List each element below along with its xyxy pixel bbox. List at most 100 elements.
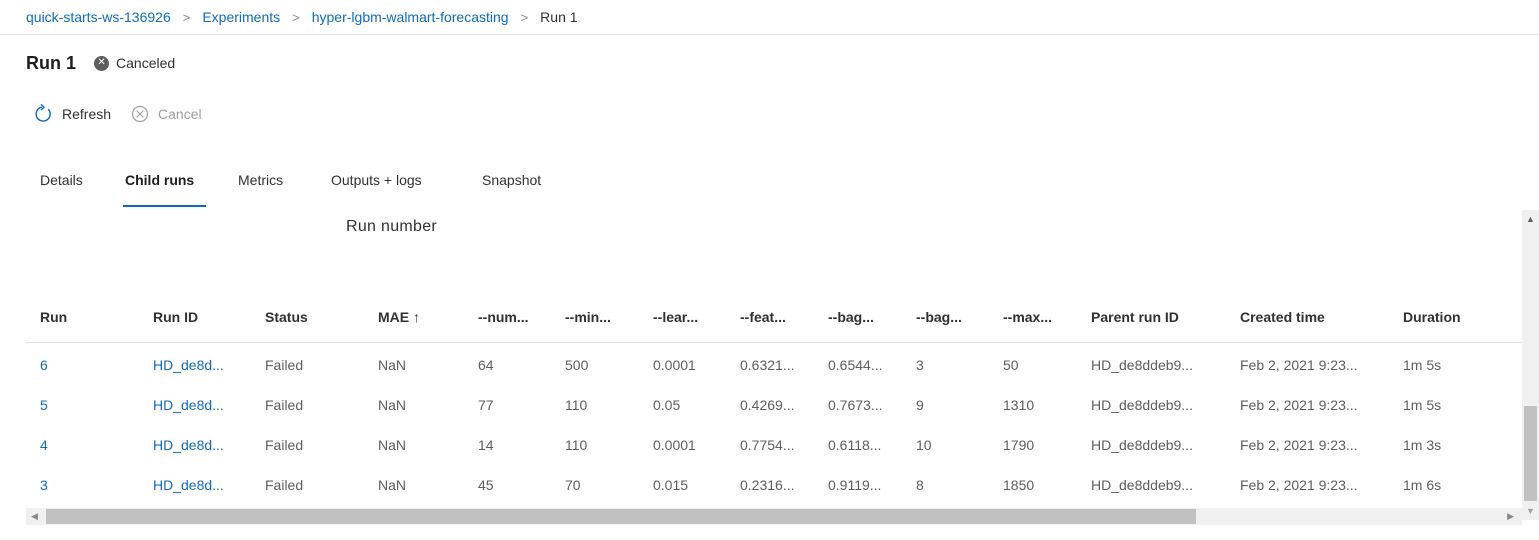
mae-cell: NaN [378, 357, 407, 373]
mae-cell: NaN [378, 477, 407, 493]
column-header-bagging-freq[interactable]: --bag... [916, 309, 962, 325]
breadcrumb-current-run: Run 1 [540, 9, 578, 25]
canceled-status-icon: ✕ [94, 55, 110, 71]
column-header-parent-run-id[interactable]: Parent run ID [1091, 309, 1179, 325]
column-header-learning-rate[interactable]: --lear... [653, 309, 698, 325]
column-header-num[interactable]: --num... [478, 309, 529, 325]
column-header-max[interactable]: --max... [1003, 309, 1052, 325]
run-number-link[interactable]: 4 [40, 437, 48, 453]
tab-snapshot[interactable]: Snapshot [482, 172, 541, 210]
learning-rate-cell: 0.015 [653, 477, 689, 493]
max-cell: 1790 [1003, 437, 1035, 453]
horizontal-scrollbar[interactable]: ◀ ▶ [26, 508, 1522, 525]
group-by-label: Run number [346, 218, 438, 235]
learning-rate-cell: 0.0001 [653, 437, 696, 453]
bagging-fraction-cell: 0.7673... [828, 397, 883, 413]
breadcrumb-separator: > [182, 9, 191, 25]
duration-cell: 1m 5s [1403, 397, 1442, 413]
refresh-button[interactable]: Refresh [33, 104, 111, 124]
run-id-link[interactable]: HD_de8d... [153, 477, 224, 493]
command-bar: Refresh Cancel [33, 102, 222, 126]
run-number-link[interactable]: 5 [40, 397, 48, 413]
duration-cell: 1m 6s [1403, 477, 1442, 493]
max-cell: 1850 [1003, 477, 1035, 493]
created-time-cell: Feb 2, 2021 9:23... [1240, 477, 1358, 493]
min-cell: 110 [565, 397, 588, 413]
scroll-left-arrow-icon[interactable]: ◀ [31, 511, 38, 522]
tab-details[interactable]: Details [40, 172, 83, 210]
refresh-label: Refresh [62, 106, 112, 122]
run-number-link[interactable]: 6 [40, 357, 48, 373]
column-header-bagging-fraction[interactable]: --bag... [828, 309, 874, 325]
parent-run-id-cell: HD_de8ddeb9... [1091, 437, 1193, 453]
table-header: Run Run ID Status MAE ↑ --num... --min..… [26, 300, 1522, 343]
bagging-fraction-cell: 0.9119... [828, 477, 882, 493]
run-number-link[interactable]: 3 [40, 477, 48, 493]
title-row: Run 1 ✕ Canceled [26, 51, 175, 75]
duration-cell: 1m 5s [1403, 357, 1442, 373]
column-header-feature-fraction[interactable]: --feat... [740, 309, 786, 325]
bagging-freq-cell: 3 [916, 357, 924, 373]
run-id-link[interactable]: HD_de8d... [153, 437, 224, 453]
cancel-button[interactable]: Cancel [131, 105, 202, 123]
breadcrumb-experiments-link[interactable]: Experiments [202, 9, 280, 25]
status-cell: Failed [265, 437, 304, 453]
min-cell: 110 [565, 437, 588, 453]
cancel-label: Cancel [158, 106, 202, 122]
tab-outputs-logs[interactable]: Outputs + logs [331, 172, 422, 210]
page-title: Run 1 [26, 52, 77, 73]
status-cell: Failed [265, 477, 304, 493]
mae-cell: NaN [378, 437, 407, 453]
breadcrumb-separator: > [292, 9, 300, 25]
bagging-fraction-cell: 0.6118... [828, 437, 882, 453]
num-cell: 64 [478, 357, 494, 373]
breadcrumb-workspace-link[interactable]: quick-starts-ws-136926 [26, 9, 171, 25]
num-cell: 14 [478, 437, 494, 453]
vertical-scrollbar-thumb[interactable] [1524, 406, 1537, 501]
column-header-duration[interactable]: Duration [1403, 309, 1461, 325]
created-time-cell: Feb 2, 2021 9:23... [1240, 437, 1358, 453]
breadcrumb-separator: > [520, 9, 529, 25]
table-row[interactable]: 4 HD_de8d... Failed NaN 14 110 0.0001 0.… [26, 425, 1522, 465]
tab-metrics[interactable]: Metrics [238, 172, 283, 210]
run-id-link[interactable]: HD_de8d... [153, 357, 224, 373]
created-time-cell: Feb 2, 2021 9:23... [1240, 357, 1358, 373]
parent-run-id-cell: HD_de8ddeb9... [1091, 357, 1193, 373]
column-header-run[interactable]: Run [40, 309, 67, 325]
breadcrumb-experiment-link[interactable]: hyper-lgbm-walmart-forecasting [312, 9, 509, 25]
created-time-cell: Feb 2, 2021 9:23... [1240, 397, 1358, 413]
column-header-mae[interactable]: MAE ↑ [378, 309, 420, 325]
min-cell: 500 [565, 357, 589, 373]
column-header-created-time[interactable]: Created time [1240, 309, 1325, 325]
bagging-freq-cell: 8 [916, 477, 924, 493]
table-row[interactable]: 5 HD_de8d... Failed NaN 77 110 0.05 0.42… [26, 385, 1522, 425]
column-header-min[interactable]: --min... [565, 309, 611, 325]
table-row[interactable]: 6 HD_de8d... Failed NaN 64 500 0.0001 0.… [26, 345, 1522, 385]
parent-run-id-cell: HD_de8ddeb9... [1091, 397, 1193, 413]
max-cell: 50 [1003, 357, 1019, 373]
max-cell: 1310 [1003, 397, 1035, 413]
feature-fraction-cell: 0.7754... [740, 437, 795, 453]
column-header-status[interactable]: Status [265, 309, 308, 325]
scroll-down-arrow-icon[interactable]: ▼ [1526, 506, 1535, 516]
child-runs-table: Run Run ID Status MAE ↑ --num... --min..… [26, 300, 1522, 507]
vertical-scrollbar[interactable]: ▲ ▼ [1522, 210, 1539, 520]
scroll-right-arrow-icon[interactable]: ▶ [1507, 511, 1514, 522]
active-tab-indicator [123, 205, 206, 207]
learning-rate-cell: 0.05 [653, 397, 681, 413]
table-row[interactable]: 3 HD_de8d... Failed NaN 45 70 0.015 0.23… [26, 465, 1522, 505]
status-badge: ✕ Canceled [94, 55, 175, 71]
num-cell: 45 [478, 477, 494, 493]
bagging-freq-cell: 9 [916, 397, 924, 413]
scroll-up-arrow-icon[interactable]: ▲ [1526, 214, 1535, 224]
feature-fraction-cell: 0.2316... [740, 477, 795, 493]
status-cell: Failed [265, 357, 304, 373]
bagging-fraction-cell: 0.6544... [828, 357, 883, 373]
cancel-circle-icon [131, 105, 149, 123]
feature-fraction-cell: 0.4269... [740, 397, 795, 413]
refresh-icon [35, 104, 51, 122]
bagging-freq-cell: 10 [916, 437, 932, 453]
column-header-run-id[interactable]: Run ID [153, 309, 198, 325]
horizontal-scrollbar-thumb[interactable] [46, 509, 1196, 524]
run-id-link[interactable]: HD_de8d... [153, 397, 224, 413]
